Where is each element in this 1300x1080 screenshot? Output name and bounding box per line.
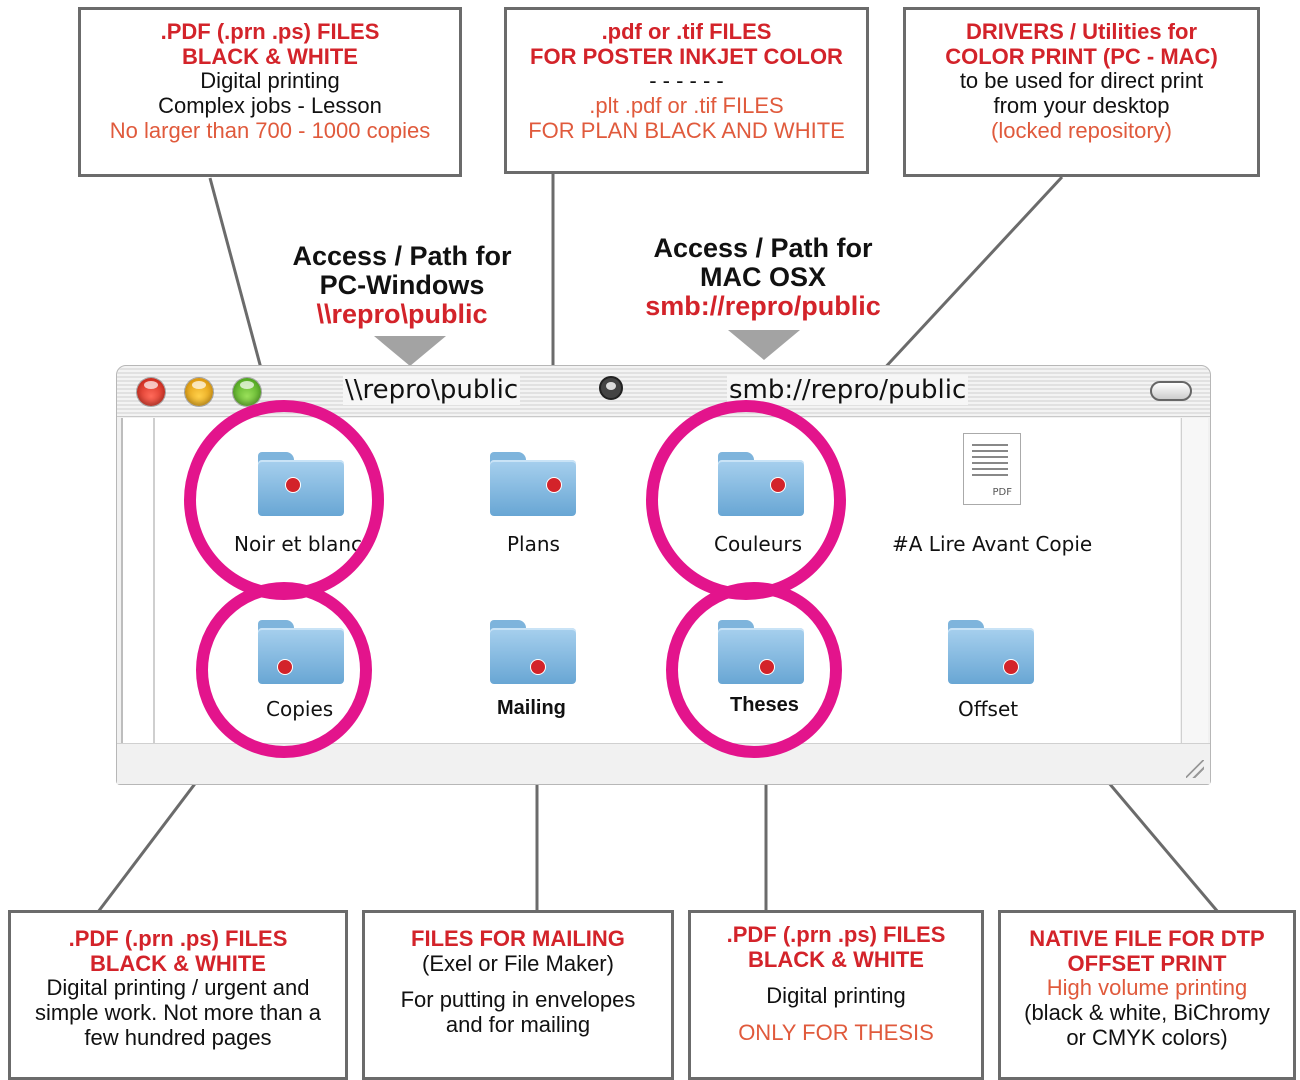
callout-text: Digital printing / urgent and xyxy=(46,975,310,1001)
pointer-arrow-mac xyxy=(728,330,800,360)
callout-title: FILES FOR MAILING xyxy=(411,926,625,951)
callout-plans: .pdf or .tif FILES FOR POSTER INKJET COL… xyxy=(504,7,869,174)
callout-title: BLACK & WHITE xyxy=(748,946,924,972)
highlight-ring-couleurs xyxy=(646,400,846,600)
callout-text: from your desktop xyxy=(993,92,1170,118)
highlight-ring-noir-et-blanc xyxy=(184,400,384,600)
callout-text: (Exel or File Maker) xyxy=(422,950,614,976)
vertical-scrollbar[interactable] xyxy=(1181,418,1208,744)
folder-label-plans[interactable]: Plans xyxy=(507,532,560,556)
callout-text: For putting in envelopes xyxy=(400,987,636,1013)
folder-label-mailing[interactable]: Mailing xyxy=(497,697,566,720)
callout-text: Digital printing xyxy=(766,983,906,1009)
callout-title: NATIVE FILE FOR DTP xyxy=(1029,926,1265,951)
callout-title: .PDF (.prn .ps) FILES xyxy=(160,19,380,44)
marker-dot xyxy=(285,477,301,493)
marker-dot xyxy=(770,477,786,493)
folder-icon[interactable] xyxy=(948,620,1034,684)
callout-text: (black & white, BiChromy xyxy=(1024,999,1270,1025)
pointer-arrow-pc xyxy=(374,336,446,366)
callout-separator: - - - - - - xyxy=(649,68,724,94)
access-heading: Access / Path for xyxy=(292,241,512,271)
pdf-document-icon[interactable]: PDF xyxy=(963,433,1021,505)
callout-title: DRIVERS / Utilities for xyxy=(965,19,1198,44)
close-button[interactable] xyxy=(137,378,165,406)
callout-title: COLOR PRINT (PC - MAC) xyxy=(945,43,1218,69)
marker-dot xyxy=(1003,659,1019,675)
callout-title: .PDF (.prn .ps) FILES xyxy=(68,926,288,951)
marker-dot xyxy=(277,659,293,675)
callout-text: Complex jobs - Lesson xyxy=(158,92,382,118)
zoom-button[interactable] xyxy=(233,378,261,406)
access-mac-osx: Access / Path for MAC OSX smb://repro/pu… xyxy=(639,230,887,332)
window-title-pc: \\repro\public xyxy=(343,375,521,405)
callout-text: to be used for direct print xyxy=(959,68,1204,94)
resize-grip-icon[interactable] xyxy=(1186,760,1204,778)
access-path: smb://repro/public xyxy=(645,290,881,321)
callout-title: OFFSET PRINT xyxy=(1067,950,1227,976)
callout-text: simple work. Not more than a xyxy=(34,999,322,1025)
network-globe-icon xyxy=(599,376,623,400)
callout-title: BLACK & WHITE xyxy=(182,43,358,69)
pdf-tag: PDF xyxy=(992,487,1012,498)
callout-note: No larger than 700 - 1000 copies xyxy=(109,117,431,143)
highlight-ring-theses xyxy=(666,582,842,758)
callout-note: FOR PLAN BLACK AND WHITE xyxy=(528,117,845,143)
callout-mailing: FILES FOR MAILING (Exel or File Maker) F… xyxy=(362,910,674,1080)
folder-label-offset[interactable]: Offset xyxy=(958,697,1018,721)
callout-note: (locked repository) xyxy=(991,117,1172,143)
callout-text: Digital printing xyxy=(200,68,340,94)
marker-dot xyxy=(546,477,562,493)
callout-offset: NATIVE FILE FOR DTP OFFSET PRINT High vo… xyxy=(998,910,1296,1080)
callout-copies: .PDF (.prn .ps) FILES BLACK & WHITE Digi… xyxy=(8,910,348,1080)
file-label-a-lire-avant-copie[interactable]: #A Lire Avant Copie xyxy=(892,532,1092,556)
marker-dot xyxy=(759,659,775,675)
callout-theses: .PDF (.prn .ps) FILES BLACK & WHITE Digi… xyxy=(688,910,984,1080)
toolbar-toggle-button[interactable] xyxy=(1150,381,1192,401)
callout-title: FOR POSTER INKJET COLOR xyxy=(530,43,843,69)
callout-text: or CMYK colors) xyxy=(1066,1024,1228,1050)
minimize-button[interactable] xyxy=(185,378,213,406)
access-heading: Access / Path for xyxy=(653,233,873,263)
callout-note: .plt .pdf or .tif FILES xyxy=(589,92,784,118)
sidebar-strip xyxy=(123,418,155,744)
callout-title: .PDF (.prn .ps) FILES xyxy=(726,922,946,947)
callout-title: BLACK & WHITE xyxy=(90,950,266,976)
callout-note: ONLY FOR THESIS xyxy=(738,1019,934,1045)
access-path: \\repro\public xyxy=(316,298,488,329)
access-platform: MAC OSX xyxy=(699,261,826,292)
callout-text: and for mailing xyxy=(445,1011,591,1037)
callout-title: .pdf or .tif FILES xyxy=(601,19,772,44)
folder-icon[interactable] xyxy=(490,452,576,516)
callout-noir-et-blanc: .PDF (.prn .ps) FILES BLACK & WHITE Digi… xyxy=(78,7,462,177)
access-platform: PC-Windows xyxy=(319,269,485,300)
folder-icon[interactable] xyxy=(490,620,576,684)
callout-note: High volume printing xyxy=(1046,975,1248,1001)
callout-text: few hundred pages xyxy=(84,1024,272,1050)
access-pc-windows: Access / Path for PC-Windows \\repro\pub… xyxy=(290,238,514,340)
marker-dot xyxy=(530,659,546,675)
callout-couleurs: DRIVERS / Utilities for COLOR PRINT (PC … xyxy=(903,7,1260,177)
